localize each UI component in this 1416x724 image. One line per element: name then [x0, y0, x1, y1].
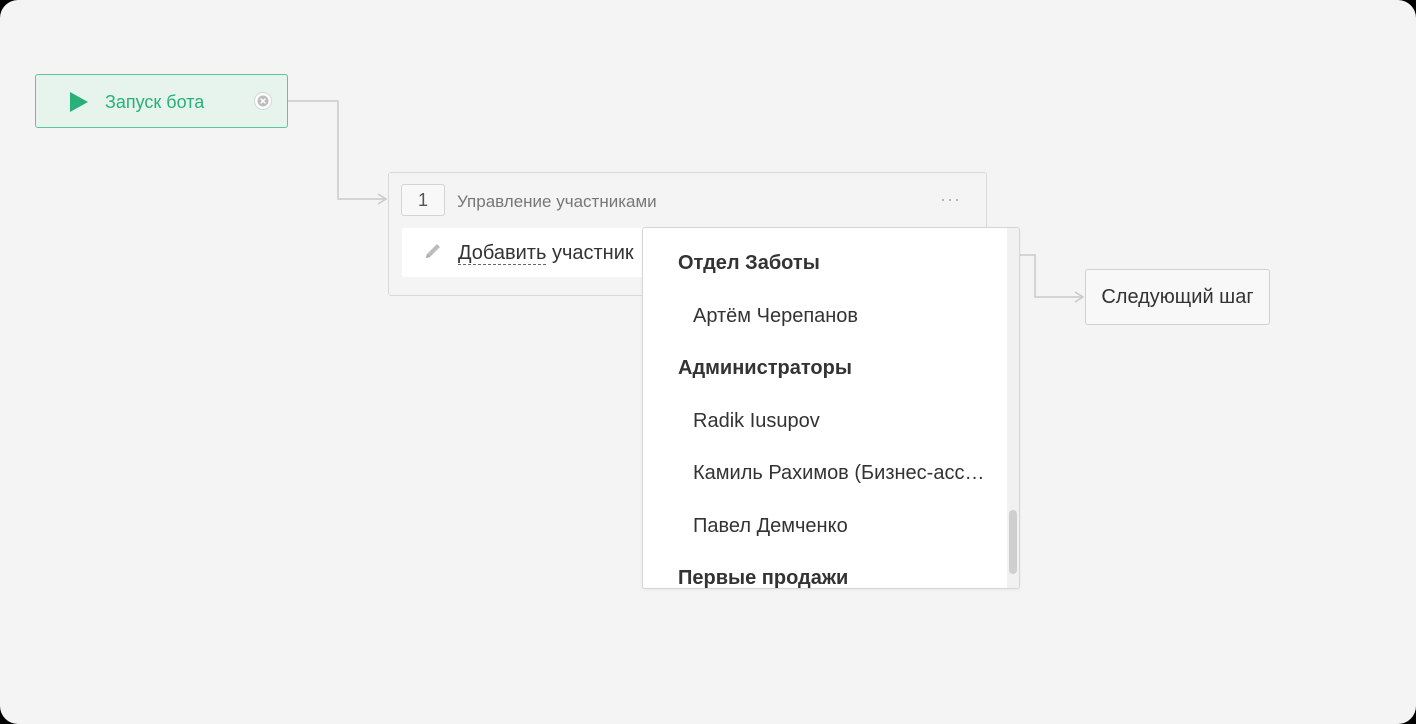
- option-item[interactable]: Артём Черепанов: [693, 305, 993, 328]
- option-item[interactable]: Павел Демченко: [693, 515, 993, 538]
- group-title-admins: Администраторы: [678, 357, 852, 379]
- option-item[interactable]: Radik Iusupov: [693, 410, 993, 433]
- next-step-node[interactable]: Следующий шаг: [1085, 269, 1270, 325]
- step-action: Добавить участник: [458, 242, 634, 265]
- dropdown-list: Отдел Заботы Артём Черепанов Администрат…: [643, 228, 1007, 588]
- connector-step-to-next: [1018, 254, 1081, 298]
- play-icon: [70, 92, 88, 112]
- more-icon[interactable]: ···: [940, 189, 961, 210]
- step-title: Управление участниками: [457, 192, 657, 211]
- add-participant-link[interactable]: Добавить: [458, 242, 547, 265]
- scrollbar-thumb[interactable]: [1009, 510, 1017, 574]
- connector-start-to-step: [272, 100, 384, 200]
- start-node-label: Запуск бота: [105, 92, 205, 112]
- close-icon[interactable]: [254, 92, 272, 110]
- action-text: участник: [546, 242, 634, 264]
- group-title-care: Отдел Заботы: [678, 252, 820, 274]
- participant-dropdown[interactable]: Отдел Заботы Артём Черепанов Администрат…: [642, 227, 1020, 589]
- option-item[interactable]: Камиль Рахимов (Бизнес-асс…: [693, 462, 993, 485]
- pencil-icon: [426, 244, 440, 258]
- group-title-first-sales: Первые продажи: [678, 567, 849, 588]
- flow-canvas: Запуск бота 1 Управление участниками ···…: [0, 0, 1416, 724]
- step-number: 1: [401, 184, 445, 216]
